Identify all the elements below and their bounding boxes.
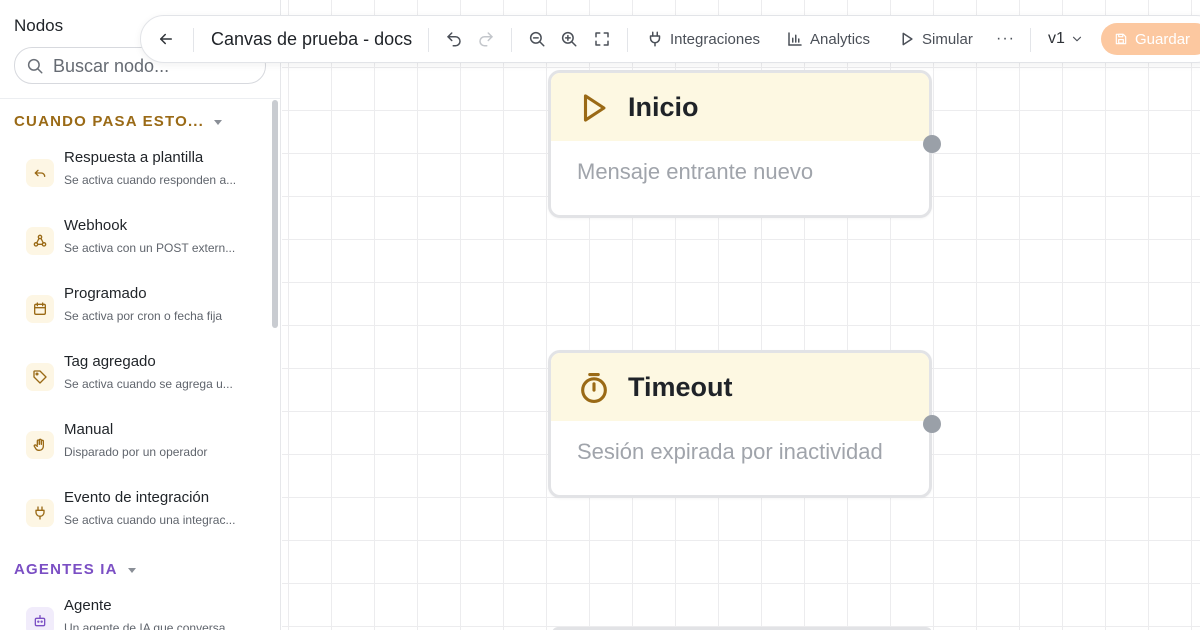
stopwatch-icon [581,372,607,404]
sidebar-item-agent[interactable]: Agente Un agente de IA que conversa... [0,593,270,630]
toolbar-divider [627,28,628,52]
canvas-title[interactable]: Canvas de prueba - docs [211,29,412,50]
save-icon [1115,33,1127,45]
flow-node-start[interactable]: Inicio Mensaje entrante nuevo [548,70,941,218]
play-icon [902,32,913,46]
section-agents-label: AGENTES IA [14,561,118,578]
hand-icon [26,431,54,459]
node-title: Inicio [628,92,699,122]
toolbar-divider [428,28,429,52]
save-button[interactable]: Guardar [1101,23,1200,55]
plug-icon [649,31,661,47]
sidebar-item-label: Evento de integración [64,489,210,506]
search-icon [27,58,43,74]
back-button[interactable] [157,16,175,62]
sidebar-item-template-reply[interactable]: Respuesta a plantilla Se activa cuando r… [0,145,270,201]
sidebar-item-scheduled[interactable]: Programado Se activa por cron o fecha fi… [0,281,270,337]
sidebar-item-integration-event[interactable]: Evento de integración Se activa cuando u… [0,485,270,541]
fit-view-icon [595,32,609,46]
calendar-icon [26,295,54,323]
sidebar-item-desc: Se activa por cron o fecha fija [64,309,223,323]
sidebar-item-desc: Se activa cuando se agrega u... [64,377,233,391]
section-trigger-label: CUANDO PASA ESTO... [14,113,205,130]
sidebar-item-label: Manual [64,421,114,438]
chevron-down-icon [1072,36,1081,42]
save-label: Guardar [1135,30,1191,48]
zoom-in-button[interactable] [560,16,578,62]
sidebar-item-desc: Un agente de IA que conversa... [64,621,236,630]
bar-chart-icon [788,32,802,46]
webhook-icon [26,227,54,255]
node-output-port[interactable] [923,135,941,153]
toolbar-divider [511,28,512,52]
arrow-left-icon [160,33,172,45]
sidebar-item-desc: Se activa con un POST extern... [64,241,236,255]
top-toolbar: Canvas de prueba - docs Integraciones An… [140,15,1200,63]
sidebar-item-tag-added[interactable]: Tag agregado Se activa cuando se agrega … [0,349,270,405]
reply-icon [26,159,54,187]
analytics-label: Analytics [810,30,871,48]
sidebar-item-desc: Se activa cuando responden a... [64,173,237,187]
sidebar-item-label: Agente [64,597,112,614]
analytics-button[interactable]: Analytics [786,16,870,62]
sidebar-item-webhook[interactable]: Webhook Se activa con un POST extern... [0,213,270,269]
zoom-out-button[interactable] [528,16,546,62]
version-label: v1 [1048,30,1065,47]
section-agents-header[interactable]: AGENTES IA [14,561,136,578]
zoom-out-icon [529,31,545,47]
sidebar-item-label: Webhook [64,217,128,234]
more-icon: ··· [996,30,1015,47]
play-icon [583,94,606,122]
simulate-button[interactable]: Simular [898,16,973,62]
more-options-button[interactable]: ··· [996,16,1015,62]
redo-icon [479,32,493,47]
node-output-port[interactable] [923,415,941,433]
caret-down-icon [214,120,223,125]
sidebar-scrollbar[interactable] [272,100,278,328]
toolbar-divider [193,28,194,52]
sidebar-item-label: Respuesta a plantilla [64,149,204,166]
sidebar-item-desc: Se activa cuando una integrac... [64,513,236,527]
sidebar-item-label: Tag agregado [64,353,156,370]
flow-node-timeout[interactable]: Timeout Sesión expirada por inactividad [548,350,941,498]
toolbar-divider [1030,28,1031,52]
section-trigger-header[interactable]: CUANDO PASA ESTO... [14,113,223,130]
version-select[interactable]: v1 [1048,16,1084,62]
zoom-in-icon [561,31,577,47]
sidebar-item-manual[interactable]: Manual Disparado por un operador [0,417,270,473]
sidebar-title: Nodos [14,16,64,35]
integrations-label: Integraciones [670,30,761,48]
fit-view-button[interactable] [593,16,611,62]
node-subtitle: Sesión expirada por inactividad [577,439,883,464]
redo-button[interactable] [477,16,495,62]
plug-icon [26,499,54,527]
node-subtitle: Mensaje entrante nuevo [577,159,814,184]
simulate-label: Simular [922,30,973,48]
caret-down-icon [127,568,136,573]
undo-icon [447,32,461,47]
sidebar-item-desc: Disparado por un operador [64,445,208,459]
bot-icon [26,607,54,630]
sidebar-item-label: Programado [64,285,147,302]
undo-button[interactable] [445,16,463,62]
sidebar-divider [0,98,280,99]
integrations-button[interactable]: Integraciones [646,16,760,62]
nodes-sidebar: Nodos CUANDO PASA ESTO... Respuesta a pl… [0,0,281,630]
node-header: Timeout [551,353,929,421]
node-title: Timeout [628,372,733,402]
node-header: Inicio [551,73,929,141]
tag-icon [26,363,54,391]
